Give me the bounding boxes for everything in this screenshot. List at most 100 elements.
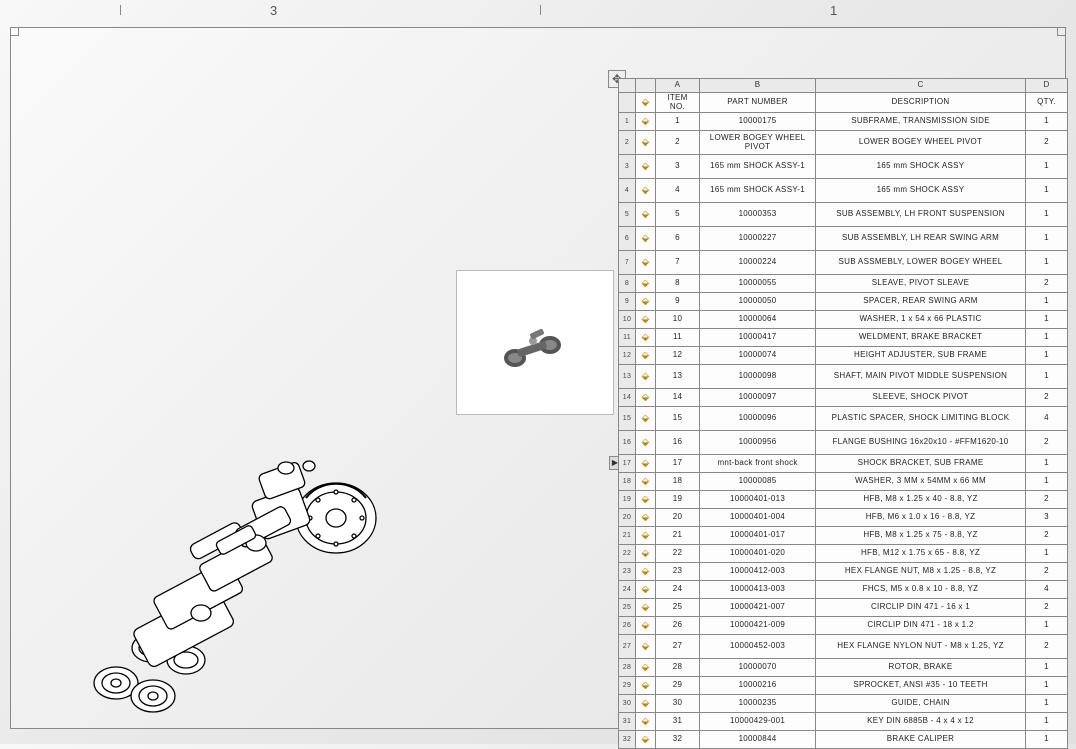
col-letter-d[interactable]: D	[1025, 79, 1067, 93]
col-letter-a[interactable]: A	[655, 79, 699, 93]
row-number[interactable]: 24	[619, 581, 636, 599]
table-row[interactable]: 11⬙1110000417WELDMENT, BRAKE BRACKET1	[619, 329, 1068, 347]
component-cell[interactable]: ⬙	[636, 491, 656, 509]
row-number[interactable]: 2	[619, 131, 636, 155]
component-cell[interactable]: ⬙	[636, 431, 656, 455]
component-cell[interactable]: ⬙	[636, 599, 656, 617]
table-row[interactable]: 24⬙2410000413-003FHCS, M5 x 0.8 x 10 - 8…	[619, 581, 1068, 599]
row-number[interactable]: 14	[619, 389, 636, 407]
component-cell[interactable]: ⬙	[636, 131, 656, 155]
row-number[interactable]: 17	[619, 455, 636, 473]
row-number[interactable]: 30	[619, 695, 636, 713]
column-letter-row[interactable]: A B C D	[619, 79, 1068, 93]
row-number[interactable]: 13	[619, 365, 636, 389]
row-number[interactable]: 18	[619, 473, 636, 491]
row-number[interactable]: 32	[619, 731, 636, 749]
row-number[interactable]: 19	[619, 491, 636, 509]
bom-table[interactable]: A B C D ⬙ ITEM NO. PART NUMBER DESCRIPTI…	[618, 78, 1068, 749]
col-letter-c[interactable]: C	[816, 79, 1026, 93]
component-cell[interactable]: ⬙	[636, 365, 656, 389]
table-row[interactable]: 29⬙2910000216SPROCKET, ANSI #35 - 10 TEE…	[619, 677, 1068, 695]
col-letter-b[interactable]: B	[700, 79, 816, 93]
table-row[interactable]: 7⬙710000224SUB ASSMEBLY, LOWER BOGEY WHE…	[619, 251, 1068, 275]
table-row[interactable]: 31⬙3110000429-001KEY DIN 6885B - 4 x 4 x…	[619, 713, 1068, 731]
component-cell[interactable]: ⬙	[636, 293, 656, 311]
table-row[interactable]: 16⬙1610000956FLANGE BUSHING 16x20x10 - #…	[619, 431, 1068, 455]
component-cell[interactable]: ⬙	[636, 227, 656, 251]
row-number[interactable]: 28	[619, 659, 636, 677]
table-row[interactable]: 21⬙2110000401-017HFB, M8 x 1.25 x 75 - 8…	[619, 527, 1068, 545]
component-cell[interactable]: ⬙	[636, 563, 656, 581]
component-cell[interactable]: ⬙	[636, 155, 656, 179]
component-cell[interactable]: ⬙	[636, 389, 656, 407]
table-row[interactable]: 25⬙2510000421-007CIRCLIP DIN 471 - 16 x …	[619, 599, 1068, 617]
row-number[interactable]: 15	[619, 407, 636, 431]
table-row[interactable]: 6⬙610000227SUB ASSEMBLY, LH REAR SWING A…	[619, 227, 1068, 251]
table-row[interactable]: 2⬙2LOWER BOGEY WHEEL PIVOTLOWER BOGEY WH…	[619, 131, 1068, 155]
row-number[interactable]: 5	[619, 203, 636, 227]
component-cell[interactable]: ⬙	[636, 251, 656, 275]
table-row[interactable]: 26⬙2610000421-009CIRCLIP DIN 471 - 18 x …	[619, 617, 1068, 635]
component-cell[interactable]: ⬙	[636, 635, 656, 659]
component-cell[interactable]: ⬙	[636, 581, 656, 599]
row-number[interactable]: 16	[619, 431, 636, 455]
row-number[interactable]: 29	[619, 677, 636, 695]
row-number[interactable]: 7	[619, 251, 636, 275]
table-row[interactable]: 4⬙4165 mm SHOCK ASSY-1165 mm SHOCK ASSY1	[619, 179, 1068, 203]
table-row[interactable]: 10⬙1010000064WASHER, 1 x 54 x 66 PLASTIC…	[619, 311, 1068, 329]
row-number[interactable]: 10	[619, 311, 636, 329]
table-row[interactable]: 5⬙510000353SUB ASSEMBLY, LH FRONT SUSPEN…	[619, 203, 1068, 227]
table-row[interactable]: 19⬙1910000401-013HFB, M8 x 1.25 x 40 - 8…	[619, 491, 1068, 509]
component-preview[interactable]	[456, 270, 614, 415]
component-cell[interactable]: ⬙	[636, 695, 656, 713]
table-row[interactable]: 32⬙3210000844BRAKE CALIPER1	[619, 731, 1068, 749]
component-cell[interactable]: ⬙	[636, 329, 656, 347]
component-cell[interactable]: ⬙	[636, 473, 656, 491]
row-number[interactable]: 4	[619, 179, 636, 203]
table-row[interactable]: 30⬙3010000235GUIDE, CHAIN1	[619, 695, 1068, 713]
table-row[interactable]: 14⬙1410000097SLEEVE, SHOCK PIVOT2	[619, 389, 1068, 407]
table-row[interactable]: 3⬙3165 mm SHOCK ASSY-1165 mm SHOCK ASSY1	[619, 155, 1068, 179]
component-cell[interactable]: ⬙	[636, 677, 656, 695]
row-number[interactable]: 23	[619, 563, 636, 581]
row-number[interactable]: 27	[619, 635, 636, 659]
component-cell[interactable]: ⬙	[636, 311, 656, 329]
row-number[interactable]: 22	[619, 545, 636, 563]
component-cell[interactable]: ⬙	[636, 179, 656, 203]
table-row[interactable]: 27⬙2710000452-003HEX FLANGE NYLON NUT - …	[619, 635, 1068, 659]
row-number[interactable]: 25	[619, 599, 636, 617]
table-row[interactable]: 28⬙2810000070ROTOR, BRAKE1	[619, 659, 1068, 677]
component-cell[interactable]: ⬙	[636, 527, 656, 545]
table-row[interactable]: 18⬙1810000085WASHER, 3 MM x 54MM x 66 MM…	[619, 473, 1068, 491]
component-cell[interactable]: ⬙	[636, 407, 656, 431]
component-cell[interactable]: ⬙	[636, 713, 656, 731]
row-number[interactable]: 8	[619, 275, 636, 293]
row-number[interactable]: 1	[619, 113, 636, 131]
table-row[interactable]: 17⬙17mnt-back front shockSHOCK BRACKET, …	[619, 455, 1068, 473]
table-row[interactable]: 8⬙810000055SLEAVE, PIVOT SLEAVE2	[619, 275, 1068, 293]
row-number[interactable]: 9	[619, 293, 636, 311]
table-row[interactable]: 12⬙1210000074HEIGHT ADJUSTER, SUB FRAME1	[619, 347, 1068, 365]
row-number[interactable]: 21	[619, 527, 636, 545]
component-cell[interactable]: ⬙	[636, 203, 656, 227]
component-cell[interactable]: ⬙	[636, 347, 656, 365]
row-number[interactable]: 11	[619, 329, 636, 347]
header-row[interactable]: ⬙ ITEM NO. PART NUMBER DESCRIPTION QTY.	[619, 92, 1068, 113]
component-cell[interactable]: ⬙	[636, 731, 656, 749]
row-number[interactable]: 20	[619, 509, 636, 527]
table-row[interactable]: 22⬙2210000401-020HFB, M12 x 1.75 x 65 - …	[619, 545, 1068, 563]
table-row[interactable]: 1⬙110000175SUBFRAME, TRANSMISSION SIDE1	[619, 113, 1068, 131]
row-number[interactable]: 26	[619, 617, 636, 635]
component-cell[interactable]: ⬙	[636, 275, 656, 293]
component-cell[interactable]: ⬙	[636, 659, 656, 677]
component-cell[interactable]: ⬙	[636, 509, 656, 527]
assembly-isometric-drawing[interactable]	[61, 438, 411, 738]
component-cell[interactable]: ⬙	[636, 113, 656, 131]
row-number[interactable]: 6	[619, 227, 636, 251]
component-cell[interactable]: ⬙	[636, 545, 656, 563]
table-row[interactable]: 9⬙910000050SPACER, REAR SWING ARM1	[619, 293, 1068, 311]
component-cell[interactable]: ⬙	[636, 617, 656, 635]
component-cell[interactable]: ⬙	[636, 455, 656, 473]
table-row[interactable]: 13⬙1310000098SHAFT, MAIN PIVOT MIDDLE SU…	[619, 365, 1068, 389]
table-row[interactable]: 23⬙2310000412-003HEX FLANGE NUT, M8 x 1.…	[619, 563, 1068, 581]
